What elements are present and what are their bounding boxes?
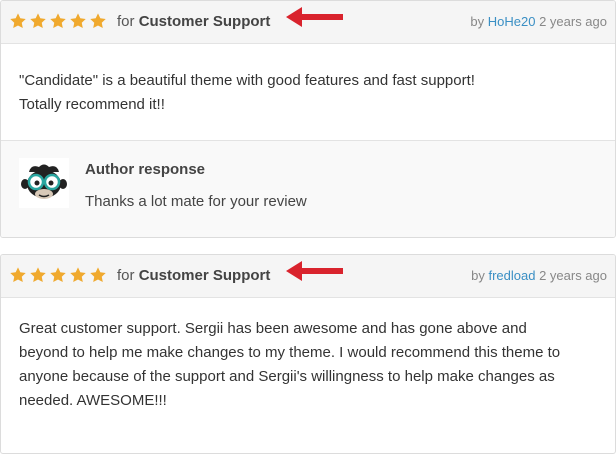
review-text-line: "Candidate" is a beautiful theme with go… bbox=[19, 72, 475, 89]
by-prefix: by bbox=[471, 268, 485, 283]
review-card: for Customer Support by HoHe20 2 years a… bbox=[0, 0, 616, 238]
review-text-line: Totally recommend it!! bbox=[19, 96, 165, 113]
review-body: Great customer support. Sergii has been … bbox=[1, 298, 615, 413]
review-header: for Customer Support by fredload 2 years… bbox=[1, 255, 615, 298]
monkey-avatar-icon bbox=[19, 158, 69, 208]
review-text-line: anyone because of the support and Sergii… bbox=[19, 368, 555, 385]
star-icon bbox=[10, 13, 26, 29]
author-response: Author response Thanks a lot mate for yo… bbox=[1, 141, 615, 237]
review-category: for Customer Support bbox=[117, 12, 270, 32]
star-icon bbox=[50, 13, 66, 29]
response-text: Thanks a lot mate for your review bbox=[85, 193, 307, 210]
star-icon bbox=[10, 267, 26, 283]
for-prefix: for bbox=[117, 13, 135, 30]
star-icon bbox=[30, 13, 46, 29]
review-text-line: needed. AWESOME!!! bbox=[19, 392, 167, 409]
response-title: Author response bbox=[85, 161, 206, 178]
star-icon bbox=[30, 267, 46, 283]
arrow-left-icon bbox=[286, 7, 343, 27]
star-rating bbox=[9, 266, 107, 286]
review-category: for Customer Support bbox=[117, 266, 270, 286]
author-link[interactable]: HoHe20 bbox=[488, 14, 536, 29]
category-label: Customer Support bbox=[138, 13, 271, 30]
review-time: 2 years ago bbox=[539, 268, 607, 283]
arrow-left-icon bbox=[286, 261, 343, 281]
review-text-line: beyond to help me make changes to my the… bbox=[19, 344, 561, 361]
star-icon bbox=[90, 13, 106, 29]
star-icon bbox=[70, 267, 86, 283]
review-body: "Candidate" is a beautiful theme with go… bbox=[1, 44, 615, 141]
review-text-line: Great customer support. Sergii has been … bbox=[19, 320, 527, 337]
for-prefix: for bbox=[117, 267, 135, 284]
review-byline: by fredload 2 years ago bbox=[471, 267, 607, 285]
author-link[interactable]: fredload bbox=[488, 268, 535, 283]
star-icon bbox=[50, 267, 66, 283]
star-icon bbox=[70, 13, 86, 29]
by-prefix: by bbox=[470, 14, 485, 29]
star-rating bbox=[9, 12, 107, 32]
category-label: Customer Support bbox=[138, 267, 271, 284]
star-icon bbox=[90, 267, 106, 283]
review-byline: by HoHe20 2 years ago bbox=[470, 13, 607, 31]
review-header: for Customer Support by HoHe20 2 years a… bbox=[1, 1, 615, 44]
review-time: 2 years ago bbox=[539, 14, 607, 29]
review-card: for Customer Support by fredload 2 years… bbox=[0, 254, 616, 454]
